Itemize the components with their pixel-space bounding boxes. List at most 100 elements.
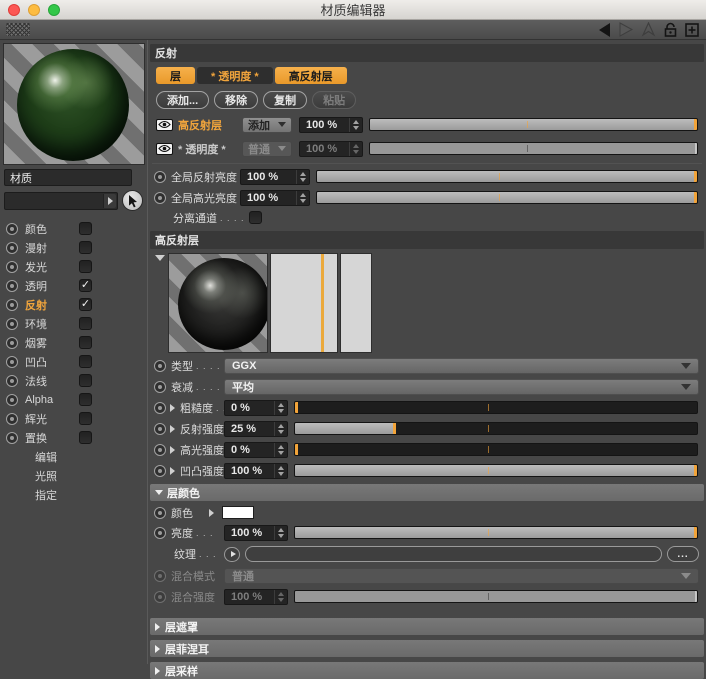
- paste-layer-button[interactable]: 粘贴: [312, 91, 357, 109]
- texture-field[interactable]: [245, 546, 662, 562]
- channel-row-reflectance[interactable]: 反射 ✓: [3, 295, 147, 314]
- material-name-field[interactable]: 材质: [4, 169, 132, 186]
- browse-button[interactable]: ...: [667, 546, 699, 562]
- stepper[interactable]: [274, 589, 287, 604]
- channel-radio[interactable]: [6, 279, 18, 292]
- channel-row-displacement[interactable]: 置换: [3, 428, 147, 447]
- param-radio[interactable]: [154, 590, 166, 603]
- param-radio[interactable]: [154, 359, 166, 372]
- channel-radio[interactable]: [6, 241, 18, 254]
- color-swatch[interactable]: [222, 506, 254, 519]
- brightness-field[interactable]: 100 %: [224, 524, 288, 541]
- layer-strength-slider[interactable]: [369, 118, 698, 131]
- channel-radio[interactable]: [6, 431, 18, 444]
- specular-strength-field[interactable]: 0 %: [224, 441, 288, 458]
- eye-visibility-icon[interactable]: [156, 118, 173, 131]
- channel-checkbox[interactable]: ✓: [79, 279, 92, 292]
- material-selector-input[interactable]: [4, 191, 118, 210]
- channel-row-bump[interactable]: 凹凸: [3, 352, 147, 371]
- stepper[interactable]: [349, 141, 362, 156]
- layer-mask-header[interactable]: 层遮罩: [150, 618, 704, 635]
- layer-sampling-header[interactable]: 层采样: [150, 662, 704, 679]
- layer-strength-field[interactable]: 100 %: [299, 116, 363, 133]
- channel-checkbox[interactable]: ✓: [79, 298, 92, 311]
- channel-row-color[interactable]: 颜色: [3, 219, 147, 238]
- param-radio[interactable]: [154, 170, 166, 183]
- eye-visibility-icon[interactable]: [156, 142, 173, 155]
- tab-layers[interactable]: 层: [156, 67, 195, 84]
- up-navigate-icon[interactable]: [638, 22, 658, 38]
- global-reflection-field[interactable]: 100 %: [240, 168, 310, 185]
- specular-strength-slider[interactable]: [294, 443, 698, 456]
- channel-row-environment[interactable]: 环境: [3, 314, 147, 333]
- drag-grip-icon[interactable]: [6, 23, 30, 36]
- param-radio[interactable]: [154, 464, 166, 477]
- param-radio[interactable]: [154, 443, 166, 456]
- blend-mode-dropdown[interactable]: 添加: [242, 116, 292, 133]
- stepper[interactable]: [274, 421, 287, 436]
- stepper[interactable]: [349, 117, 362, 132]
- channel-row-glow[interactable]: 辉光: [3, 409, 147, 428]
- back-arrow-icon[interactable]: [594, 22, 614, 38]
- brightness-slider[interactable]: [294, 526, 698, 539]
- stepper[interactable]: [274, 525, 287, 540]
- close-button[interactable]: [8, 3, 20, 16]
- layer-row-transparency[interactable]: * 透明度 * 普通 100 %: [156, 140, 704, 157]
- separate-pass-checkbox[interactable]: [248, 211, 262, 224]
- param-radio[interactable]: [154, 401, 166, 414]
- global-reflection-slider[interactable]: [316, 170, 698, 183]
- channel-radio[interactable]: [6, 393, 18, 406]
- layer-preview-sphere[interactable]: [168, 253, 268, 353]
- expand-caret-icon[interactable]: [209, 508, 214, 517]
- param-radio[interactable]: [154, 191, 166, 204]
- new-window-icon[interactable]: [682, 22, 702, 38]
- mix-strength-field[interactable]: 100 %: [224, 588, 288, 605]
- falloff-preview-secondary[interactable]: [340, 253, 372, 353]
- channel-row-luminance[interactable]: 发光: [3, 257, 147, 276]
- channel-row-alpha[interactable]: Alpha: [3, 390, 147, 409]
- zoom-button[interactable]: [48, 3, 60, 16]
- stepper[interactable]: [296, 169, 309, 184]
- texture-play-button[interactable]: [224, 546, 240, 562]
- sidebar-item-illumination[interactable]: 光照: [3, 466, 147, 485]
- channel-checkbox[interactable]: [79, 355, 92, 368]
- channel-radio[interactable]: [6, 412, 18, 425]
- channel-radio[interactable]: [6, 374, 18, 387]
- channel-row-transparency[interactable]: 透明 ✓: [3, 276, 147, 295]
- layer-fresnel-header[interactable]: 层菲涅耳: [150, 640, 704, 657]
- channel-row-fog[interactable]: 烟雾: [3, 333, 147, 352]
- roughness-field[interactable]: 0 %: [224, 399, 288, 416]
- channel-checkbox[interactable]: [79, 222, 92, 235]
- selector-expand-button[interactable]: [103, 193, 116, 208]
- layer-strength-slider[interactable]: [369, 142, 698, 155]
- param-radio[interactable]: [154, 569, 166, 582]
- material-preview[interactable]: [3, 43, 145, 165]
- global-specular-field[interactable]: 100 %: [240, 189, 310, 206]
- layer-strength-field[interactable]: 100 %: [299, 140, 363, 157]
- lock-icon[interactable]: [660, 22, 680, 38]
- channel-checkbox[interactable]: [79, 317, 92, 330]
- roughness-slider[interactable]: [294, 401, 698, 414]
- channel-row-normal[interactable]: 法线: [3, 371, 147, 390]
- falloff-preview[interactable]: [270, 253, 338, 353]
- param-radio[interactable]: [154, 422, 166, 435]
- layer-row-specular[interactable]: 高反射层 添加 100 %: [156, 116, 704, 133]
- param-radio[interactable]: [154, 526, 166, 539]
- channel-radio[interactable]: [6, 298, 18, 311]
- bump-strength-slider[interactable]: [294, 464, 698, 477]
- expand-caret-icon[interactable]: [170, 403, 175, 412]
- stepper[interactable]: [296, 190, 309, 205]
- forward-arrow-icon[interactable]: [616, 22, 636, 38]
- channel-radio[interactable]: [6, 260, 18, 273]
- mix-mode-dropdown[interactable]: 普通: [224, 567, 699, 584]
- channel-radio[interactable]: [6, 355, 18, 368]
- channel-radio[interactable]: [6, 222, 18, 235]
- channel-radio[interactable]: [6, 317, 18, 330]
- channel-checkbox[interactable]: [79, 374, 92, 387]
- blend-mode-dropdown[interactable]: 普通: [242, 140, 292, 157]
- collapse-triangle-icon[interactable]: [155, 255, 165, 261]
- mix-strength-slider[interactable]: [294, 590, 698, 603]
- channel-checkbox[interactable]: [79, 241, 92, 254]
- tab-default-specular[interactable]: 高反射层: [274, 67, 347, 84]
- reflection-strength-slider[interactable]: [294, 422, 698, 435]
